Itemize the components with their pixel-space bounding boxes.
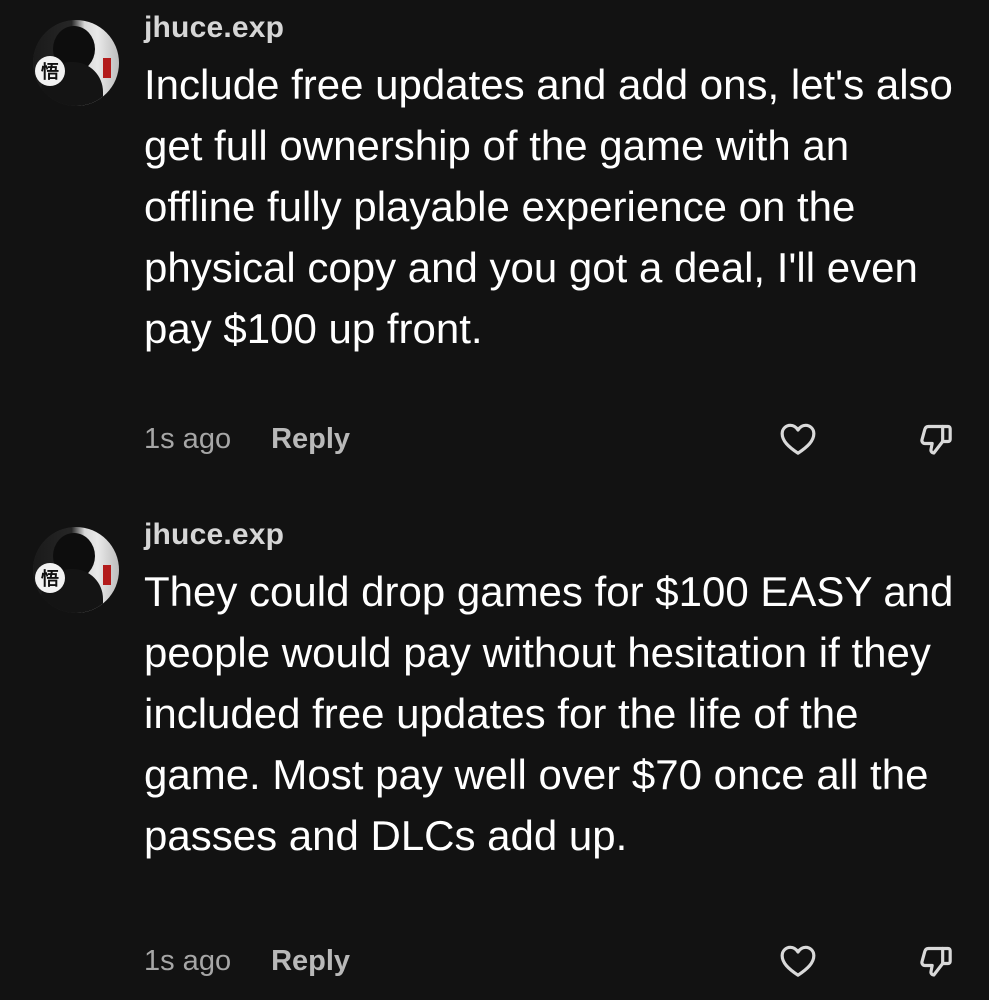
avatar[interactable]: 悟 [33, 527, 119, 613]
comment-timestamp: 1s ago [144, 945, 232, 977]
avatar-red-accent [103, 565, 111, 585]
thumbs-down-icon [920, 424, 952, 455]
thumbs-down-icon [920, 946, 952, 977]
dislike-button[interactable] [914, 939, 958, 983]
like-button[interactable] [776, 939, 820, 983]
comment-text: They could drop games for $100 EASY and … [144, 568, 954, 859]
comment-timestamp: 1s ago [144, 423, 232, 455]
comment-meta: 1s ago Reply [144, 943, 350, 979]
comment-meta: 1s ago Reply [144, 421, 350, 457]
avatar-kanji-badge: 悟 [35, 56, 65, 86]
like-button[interactable] [776, 417, 820, 461]
reply-button[interactable]: Reply [271, 421, 350, 457]
reply-button[interactable]: Reply [271, 943, 350, 979]
dislike-button[interactable] [914, 417, 958, 461]
heart-icon [780, 945, 816, 977]
comment-username[interactable]: jhuce.exp [144, 517, 284, 553]
comment-text: Include free updates and add ons, let's … [144, 61, 953, 352]
avatar-kanji-badge: 悟 [35, 563, 65, 593]
heart-icon [780, 423, 816, 455]
comment-username[interactable]: jhuce.exp [144, 10, 284, 46]
avatar-red-accent [103, 58, 111, 78]
avatar[interactable]: 悟 [33, 20, 119, 106]
